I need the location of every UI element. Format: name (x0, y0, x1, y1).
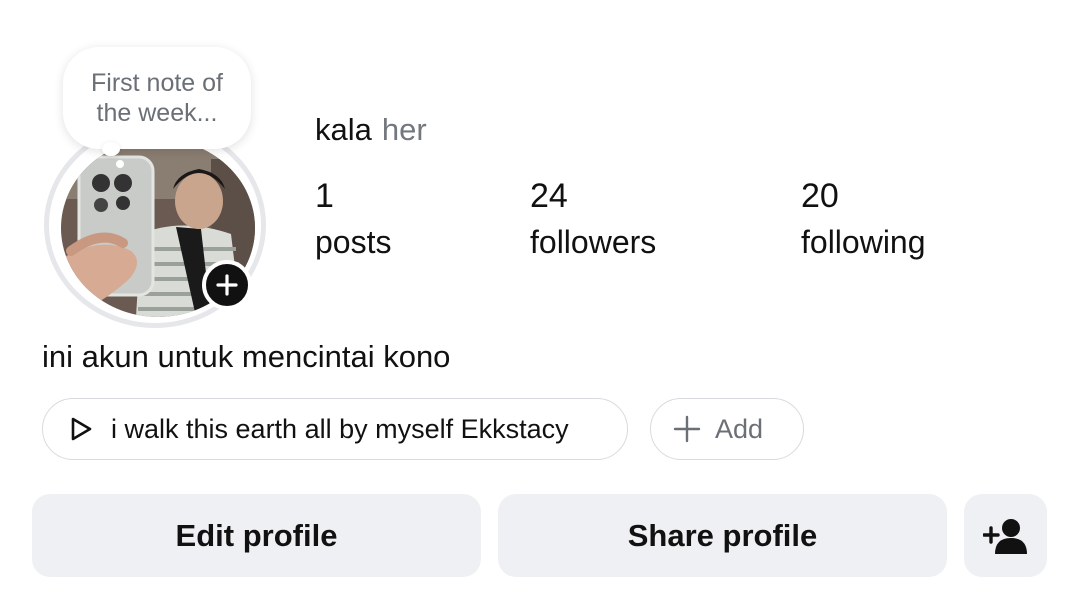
note-bubble-tail-dot (116, 160, 124, 168)
name-row: kala her (315, 112, 427, 148)
plus-icon (216, 274, 238, 296)
stat-posts-value: 1 (315, 177, 334, 215)
plus-icon (673, 415, 701, 443)
stat-followers-label: followers (530, 224, 657, 260)
profile-pronouns: her (381, 112, 427, 147)
add-link-button[interactable]: Add (650, 398, 804, 460)
stat-posts[interactable]: 1 posts (315, 176, 391, 262)
profile-name: kala (315, 112, 372, 147)
play-icon (71, 417, 92, 441)
edit-profile-label: Edit profile (175, 517, 338, 553)
edit-profile-button[interactable]: Edit profile (32, 494, 481, 577)
stat-following[interactable]: 20 following (801, 176, 926, 262)
discover-people-button[interactable] (964, 494, 1047, 577)
add-link-label: Add (715, 413, 764, 444)
share-profile-label: Share profile (627, 517, 818, 553)
stat-following-label: following (801, 224, 926, 260)
stat-posts-label: posts (315, 224, 392, 260)
share-profile-button[interactable]: Share profile (498, 494, 947, 577)
stat-following-value: 20 (801, 177, 839, 215)
profile-bio: ini akun untuk mencintai kono (42, 339, 451, 374)
add-person-icon (982, 518, 1027, 554)
stat-followers[interactable]: 24 followers (530, 176, 656, 262)
note-text: First note of the week... (91, 69, 223, 127)
note-bubble-tail (102, 142, 120, 156)
add-story-button[interactable] (202, 260, 252, 310)
music-pill[interactable]: i walk this earth all by myself Ekkstacy (42, 398, 628, 460)
stat-followers-value: 24 (530, 177, 568, 215)
profile-avatar-container[interactable] (44, 122, 272, 332)
note-bubble[interactable]: First note of the week... (63, 47, 251, 149)
music-text: i walk this earth all by myself Ekkstacy (111, 413, 569, 444)
